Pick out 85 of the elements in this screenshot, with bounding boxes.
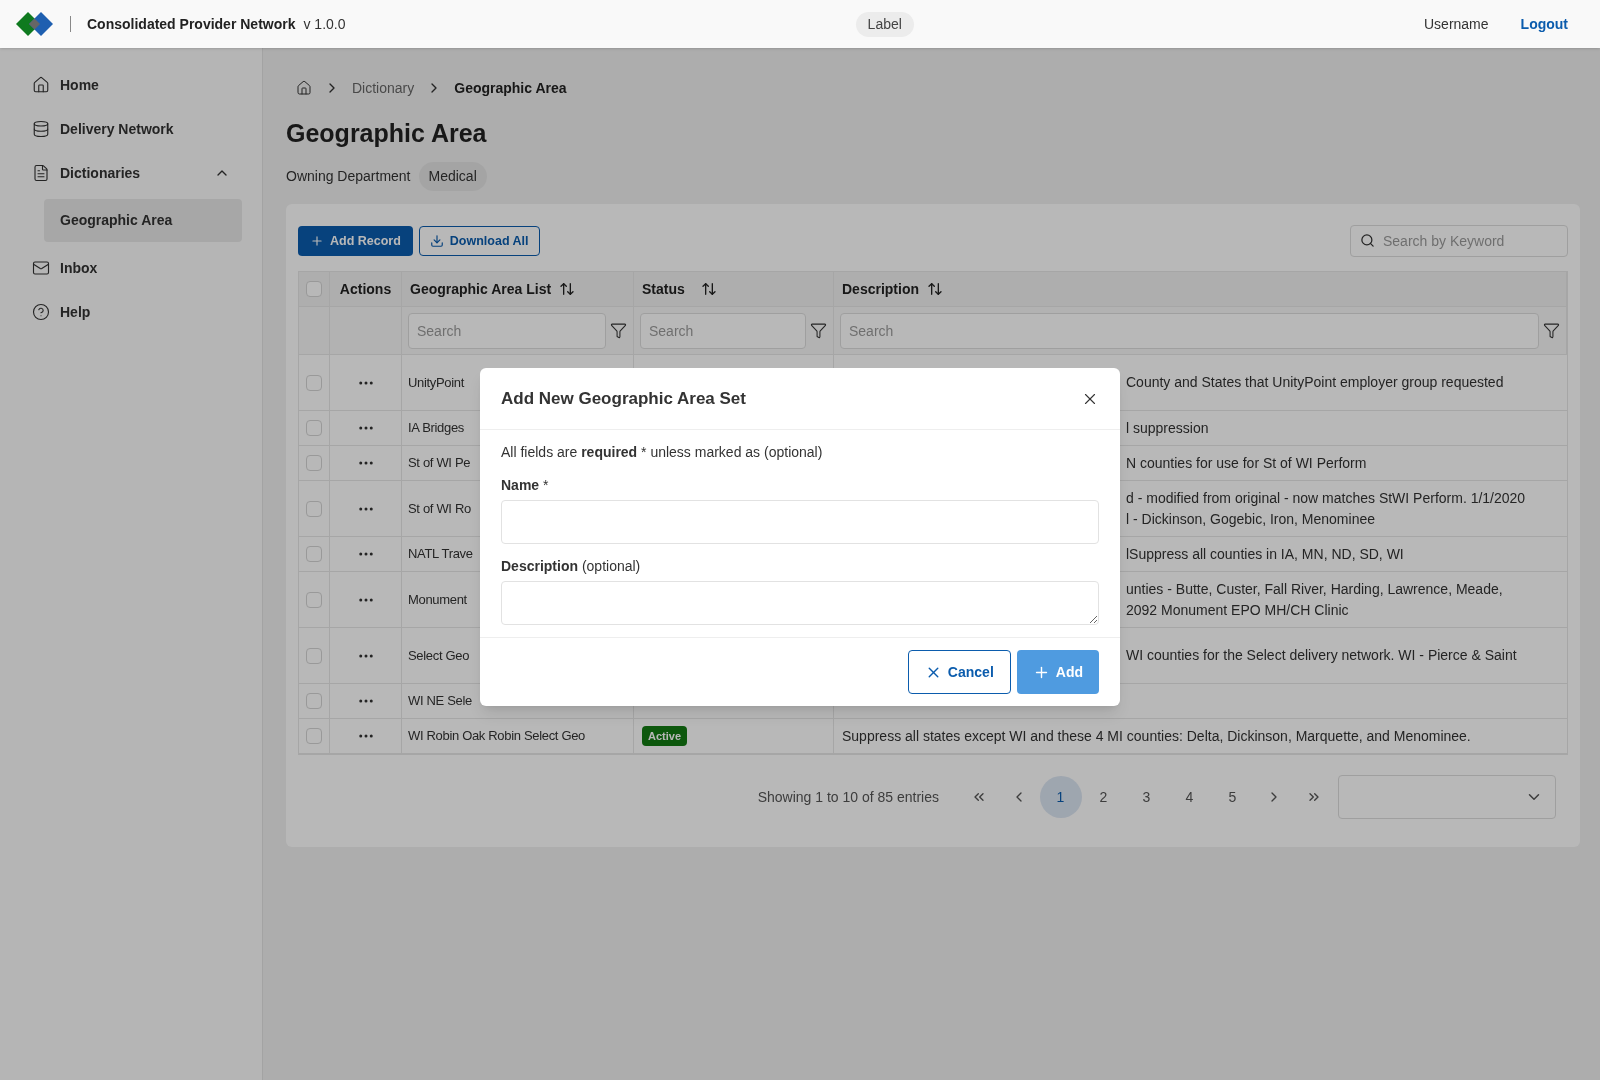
label-pill: Label: [855, 11, 914, 37]
column-header[interactable]: Actions: [339, 278, 392, 300]
page-button[interactable]: 1: [1039, 776, 1082, 818]
help-icon: [32, 303, 50, 321]
breadcrumb-item[interactable]: Dictionary: [352, 77, 415, 99]
description-field[interactable]: [501, 581, 1099, 625]
version-text: v 1.0.0: [303, 14, 346, 34]
checkbox[interactable]: [306, 500, 322, 517]
add-record-button[interactable]: Add Record: [298, 226, 413, 256]
sidebar-item[interactable]: Dictionaries: [20, 155, 242, 191]
page-button[interactable]: 3: [1125, 776, 1168, 818]
table-cell-text: NATL Trave: [408, 545, 473, 564]
checkbox[interactable]: [306, 374, 322, 391]
filter-icon[interactable]: [610, 322, 627, 339]
page-button[interactable]: 5: [1211, 776, 1254, 818]
dialog-title: Add New Geographic Area Set: [501, 387, 747, 410]
checkbox[interactable]: [306, 546, 322, 562]
username-text: Username: [1424, 14, 1489, 34]
sort-icon[interactable]: [700, 281, 717, 297]
sidebar-item[interactable]: Inbox: [20, 250, 242, 286]
checkbox[interactable]: [306, 591, 322, 608]
table-cell-text: WI counties for the Select delivery network. WI - Pierce & Saint: [1126, 646, 1517, 665]
sidebar-item[interactable]: Home: [20, 67, 242, 103]
table-cell-text: d - modified from original - now matches StWI Perform. 1/1/2020: [1126, 488, 1526, 508]
table-cell-text: County and States that UnityPoint employer group requested: [1126, 373, 1504, 392]
column-header[interactable]: Geographic Area List: [410, 278, 552, 300]
keyword-search-field[interactable]: Search by Keyword: [1350, 225, 1568, 257]
sidebar-item[interactable]: Delivery Network: [20, 111, 242, 147]
table-cell-text: lSuppress all counties in IA, MN, ND, SD, WI: [1126, 544, 1404, 564]
download-icon: [429, 234, 444, 248]
page-button[interactable]: 4: [1168, 776, 1211, 818]
home-icon[interactable]: [296, 80, 312, 96]
checkbox[interactable]: [306, 281, 322, 297]
search-icon: [1360, 233, 1375, 248]
table-cell-text: WI NE Sele: [408, 692, 472, 711]
table-cell-text: l suppression: [1126, 418, 1209, 438]
page-title: Geographic Area: [286, 118, 488, 149]
sort-icon[interactable]: [927, 281, 943, 297]
document-icon: [32, 164, 50, 182]
table-cell-text: unties - Butte, Custer, Fall River, Harding, Lawrence, Meade,: [1126, 579, 1503, 599]
name-field[interactable]: [501, 500, 1099, 544]
column-search-field[interactable]: Search: [840, 312, 1539, 349]
logout-link[interactable]: Logout: [1520, 13, 1568, 35]
entries-summary: Showing 1 to 10 of 85 entries: [757, 787, 939, 807]
breadcrumb-item: Geographic Area: [454, 78, 567, 98]
department-label: Owning Department: [286, 167, 411, 186]
column-search-field[interactable]: Search: [408, 312, 606, 349]
table-cell-text: N counties for use for St of WI Perform: [1126, 453, 1367, 473]
sort-icon[interactable]: [559, 281, 576, 297]
download-all-button[interactable]: Download All: [418, 226, 540, 256]
table-cell-text: IA Bridges: [408, 419, 464, 438]
table-cell-text: l - Dickinson, Gogebic, Iron, Menominee: [1126, 509, 1375, 529]
checkbox[interactable]: [306, 455, 322, 471]
filter-icon[interactable]: [810, 322, 827, 339]
page-button[interactable]: 2: [1082, 776, 1125, 818]
app-title: Consolidated Provider Network: [87, 14, 296, 34]
table-cell-text: UnityPoint: [408, 373, 464, 392]
logo-icon: [16, 12, 54, 36]
checkbox[interactable]: [306, 420, 322, 436]
checkbox[interactable]: [306, 647, 322, 664]
table-cell-text: Suppress all states except WI and these 4 MI counties: Delta, Dickinson, Marquette, and Menominee.: [842, 726, 1471, 746]
sidebar-subitem[interactable]: Geographic Area: [44, 199, 242, 242]
table-cell-text: Monument: [408, 590, 467, 609]
field-label: Description (optional): [501, 557, 642, 576]
cancel-button[interactable]: Cancel: [907, 650, 1011, 694]
field-label: Name *: [501, 476, 550, 495]
table-cell-text: WI Robin Oak Robin Select Geo: [408, 727, 585, 746]
column-header[interactable]: Description: [842, 278, 919, 300]
checkbox[interactable]: [306, 728, 322, 744]
table-cell-text: St of WI Pe: [408, 454, 471, 473]
column-search-field[interactable]: Search: [640, 312, 806, 349]
mail-icon: [32, 259, 50, 277]
department-tag: Medical: [418, 162, 487, 191]
plus-icon: [310, 234, 324, 248]
table-cell-text: St of WI Ro: [408, 499, 471, 518]
filter-icon[interactable]: [1543, 322, 1560, 339]
table-cell-text: 2092 Monument EPO MH/CH Clinic: [1126, 600, 1349, 620]
table-cell-text: Select Geo: [408, 646, 470, 665]
required-note: All fields are required* unless marked as (optional): [501, 443, 824, 462]
sidebar-item[interactable]: Help: [20, 294, 242, 330]
home-icon: [32, 76, 50, 94]
column-header[interactable]: Status: [642, 278, 685, 300]
status-badge: Active: [642, 725, 688, 747]
database-icon: [32, 120, 50, 138]
checkbox[interactable]: [306, 693, 322, 709]
